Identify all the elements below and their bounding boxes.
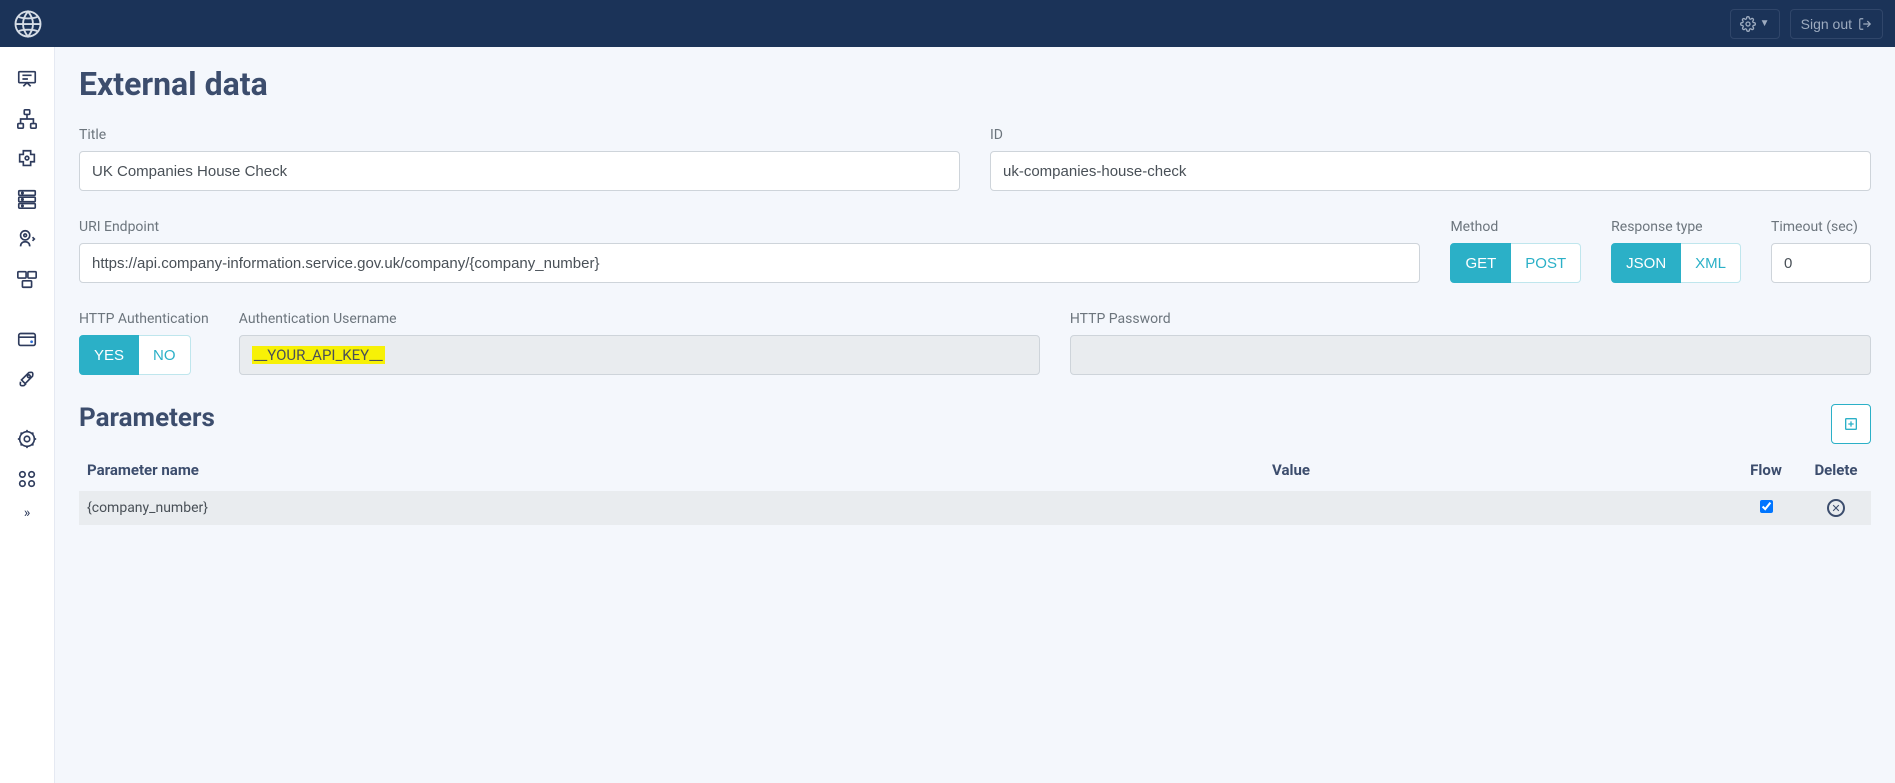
sign-out-button[interactable]: Sign out bbox=[1790, 9, 1883, 39]
table-row: {company_number} ✕ bbox=[79, 490, 1871, 525]
sign-out-icon bbox=[1858, 17, 1872, 31]
plus-icon bbox=[1843, 416, 1859, 432]
cog-ring-icon bbox=[16, 428, 38, 450]
cluster-icon bbox=[16, 468, 38, 490]
response-type-label: Response type bbox=[1611, 219, 1741, 235]
id-label: ID bbox=[990, 127, 1871, 143]
sidebar-item-devices[interactable] bbox=[0, 259, 55, 299]
col-delete: Delete bbox=[1801, 451, 1871, 490]
sidebar-item-users[interactable] bbox=[0, 219, 55, 259]
param-value-cell[interactable] bbox=[1264, 490, 1731, 525]
globe-icon bbox=[13, 9, 43, 39]
httpauth-toggle: YES NO bbox=[79, 335, 209, 375]
page-title: External data bbox=[79, 65, 1871, 103]
sidebar-item-hierarchy[interactable] bbox=[0, 99, 55, 139]
auth-username-input[interactable]: __YOUR_API_KEY__ bbox=[239, 335, 1040, 375]
sidebar-item-system[interactable] bbox=[0, 419, 55, 459]
sidebar-item-billing[interactable] bbox=[0, 319, 55, 359]
topbar: ▼ Sign out bbox=[0, 0, 1895, 47]
main-content: External data Title ID URI Endpoint Meth… bbox=[55, 47, 1895, 783]
auth-username-label: Authentication Username bbox=[239, 311, 1040, 327]
col-value: Value bbox=[1264, 451, 1731, 490]
monitors-icon bbox=[16, 268, 38, 290]
rocket-icon bbox=[16, 368, 38, 390]
app-logo[interactable] bbox=[0, 0, 55, 47]
sidebar-item-launch[interactable] bbox=[0, 359, 55, 399]
method-label: Method bbox=[1450, 219, 1581, 235]
add-parameter-button[interactable] bbox=[1831, 404, 1871, 444]
method-toggle: GET POST bbox=[1450, 243, 1581, 283]
col-parameter-name: Parameter name bbox=[79, 451, 1264, 490]
http-password-label: HTTP Password bbox=[1070, 311, 1871, 327]
sidebar-item-cluster[interactable] bbox=[0, 459, 55, 499]
puzzle-icon bbox=[16, 148, 38, 170]
id-input[interactable] bbox=[990, 151, 1871, 191]
title-input[interactable] bbox=[79, 151, 960, 191]
response-type-toggle: JSON XML bbox=[1611, 243, 1741, 283]
sign-out-label: Sign out bbox=[1801, 16, 1852, 32]
response-xml-button[interactable]: XML bbox=[1681, 243, 1741, 283]
caret-down-icon: ▼ bbox=[1760, 18, 1770, 29]
col-flow: Flow bbox=[1731, 451, 1801, 490]
sidebar-item-servers[interactable] bbox=[0, 179, 55, 219]
hierarchy-icon bbox=[16, 108, 38, 130]
settings-menu-button[interactable]: ▼ bbox=[1730, 9, 1780, 39]
response-json-button[interactable]: JSON bbox=[1611, 243, 1681, 283]
sidebar: » bbox=[0, 47, 55, 783]
param-name-cell[interactable]: {company_number} bbox=[79, 490, 1264, 525]
method-get-button[interactable]: GET bbox=[1450, 243, 1511, 283]
wallet-icon bbox=[16, 328, 38, 350]
timeout-input[interactable] bbox=[1771, 243, 1871, 283]
parameters-title: Parameters bbox=[79, 403, 215, 433]
uri-input[interactable] bbox=[79, 243, 1420, 283]
parameters-table: Parameter name Value Flow Delete {compan… bbox=[79, 451, 1871, 525]
presentation-icon bbox=[16, 68, 38, 90]
method-post-button[interactable]: POST bbox=[1511, 243, 1581, 283]
httpauth-no-button[interactable]: NO bbox=[139, 335, 191, 375]
sidebar-item-plugin[interactable] bbox=[0, 139, 55, 179]
title-label: Title bbox=[79, 127, 960, 143]
param-flow-checkbox[interactable] bbox=[1760, 500, 1773, 513]
httpauth-label: HTTP Authentication bbox=[79, 311, 209, 327]
param-delete-cell: ✕ bbox=[1801, 490, 1871, 525]
httpauth-yes-button[interactable]: YES bbox=[79, 335, 139, 375]
delete-row-button[interactable]: ✕ bbox=[1827, 499, 1845, 517]
uri-label: URI Endpoint bbox=[79, 219, 1420, 235]
param-flow-cell bbox=[1731, 490, 1801, 525]
http-password-input[interactable] bbox=[1070, 335, 1871, 375]
sidebar-expand-button[interactable]: » bbox=[24, 505, 31, 521]
server-rack-icon bbox=[16, 188, 38, 210]
head-gear-icon bbox=[16, 228, 38, 250]
gear-icon bbox=[1740, 16, 1756, 32]
auth-username-value: __YOUR_API_KEY__ bbox=[252, 346, 385, 364]
timeout-label: Timeout (sec) bbox=[1771, 219, 1871, 235]
sidebar-item-dashboard[interactable] bbox=[0, 59, 55, 99]
